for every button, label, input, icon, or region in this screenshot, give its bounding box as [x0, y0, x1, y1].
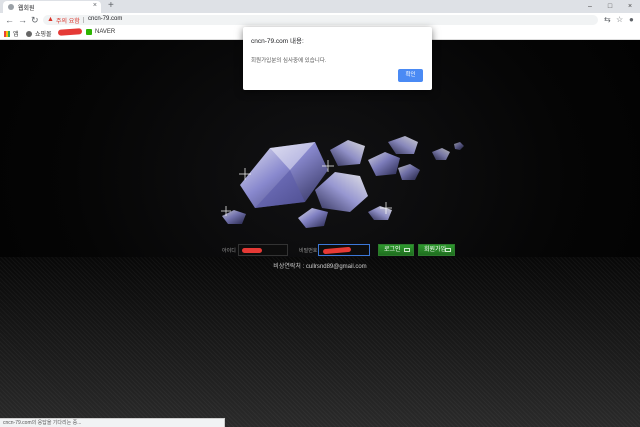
password-input[interactable]: [318, 244, 370, 256]
bookmark-shopping[interactable]: 쇼핑몰: [26, 29, 52, 38]
warning-icon[interactable]: ▲: [47, 15, 54, 25]
new-tab-icon[interactable]: +: [108, 0, 114, 12]
reload-icon[interactable]: ↻: [31, 14, 39, 26]
bookmark-star-icon[interactable]: ☆: [616, 14, 623, 26]
translate-icon[interactable]: ⇆: [604, 14, 611, 26]
globe-icon: [26, 30, 32, 37]
minimize-icon[interactable]: –: [580, 0, 600, 13]
login-form: 아이디 비밀번호 로그인 회원가입: [0, 244, 640, 258]
bookmark-label: NAVER: [95, 29, 116, 35]
login-button-label: 로그인: [384, 247, 401, 253]
tab-close-icon[interactable]: ×: [93, 2, 97, 9]
redaction-mark: [57, 28, 83, 36]
redaction-mark: [322, 246, 352, 255]
status-bar: cncn-79.com의 응답을 기다리는 중...: [0, 418, 225, 427]
address-bar[interactable]: ▲ 주의 요함 cncn-79.com: [43, 15, 598, 25]
back-icon[interactable]: ←: [5, 14, 14, 26]
maximize-icon[interactable]: □: [600, 0, 620, 13]
omnibox-divider: [83, 17, 84, 23]
profile-icon[interactable]: ●: [629, 14, 634, 26]
bookmark-naver[interactable]: NAVER: [86, 29, 115, 35]
signup-button[interactable]: 회원가입: [418, 244, 455, 256]
dialog-message: 회원가입분의 심사중에 있습니다.: [251, 58, 327, 64]
dialog-title: cncn-79.com 내용:: [251, 38, 304, 45]
bookmark-apps[interactable]: 앱: [4, 29, 19, 38]
signup-button-label: 회원가입: [424, 247, 447, 253]
arrow-box-icon: [445, 248, 451, 252]
contact-info: 비상연락처 : cullrsnd89@gmail.com: [273, 264, 367, 270]
bookmark-label: 앱: [13, 32, 19, 38]
login-button[interactable]: 로그인: [378, 244, 414, 256]
forward-icon[interactable]: →: [18, 14, 27, 26]
close-window-icon[interactable]: ×: [620, 0, 640, 13]
apps-grid-icon: [4, 30, 10, 37]
redaction-mark: [242, 248, 262, 253]
browser-tab[interactable]: 웹회원 ×: [3, 1, 101, 13]
naver-icon: [86, 29, 92, 35]
tab-title: 웹회원: [18, 6, 35, 12]
bookmark-label: 쇼핑몰: [35, 32, 52, 38]
ok-button[interactable]: 확인: [398, 69, 423, 82]
arrow-box-icon: [404, 248, 410, 252]
diamonds-image: [221, 136, 464, 228]
alert-dialog: cncn-79.com 내용: 회원가입분의 심사중에 있습니다. 확인: [243, 27, 432, 90]
tab-favicon-icon: [8, 4, 14, 10]
security-label[interactable]: 주의 요함: [56, 16, 80, 25]
password-label: 비밀번호: [299, 248, 318, 254]
id-input[interactable]: [238, 244, 288, 256]
page-content: 아이디 비밀번호 로그인 회원가입 비상연락처 : cullrsnd89@gma…: [0, 40, 640, 427]
tab-strip: 웹회원 × + – □ ×: [0, 0, 640, 13]
id-label: 아이디: [222, 248, 236, 254]
url-text[interactable]: cncn-79.com: [88, 16, 122, 22]
browser-toolbar: ← → ↻ ▲ 주의 요함 cncn-79.com ⇆ ☆ ●: [0, 13, 640, 27]
window-controls: – □ ×: [580, 0, 640, 13]
status-text: cncn-79.com의 응답을 기다리는 중...: [3, 420, 82, 426]
